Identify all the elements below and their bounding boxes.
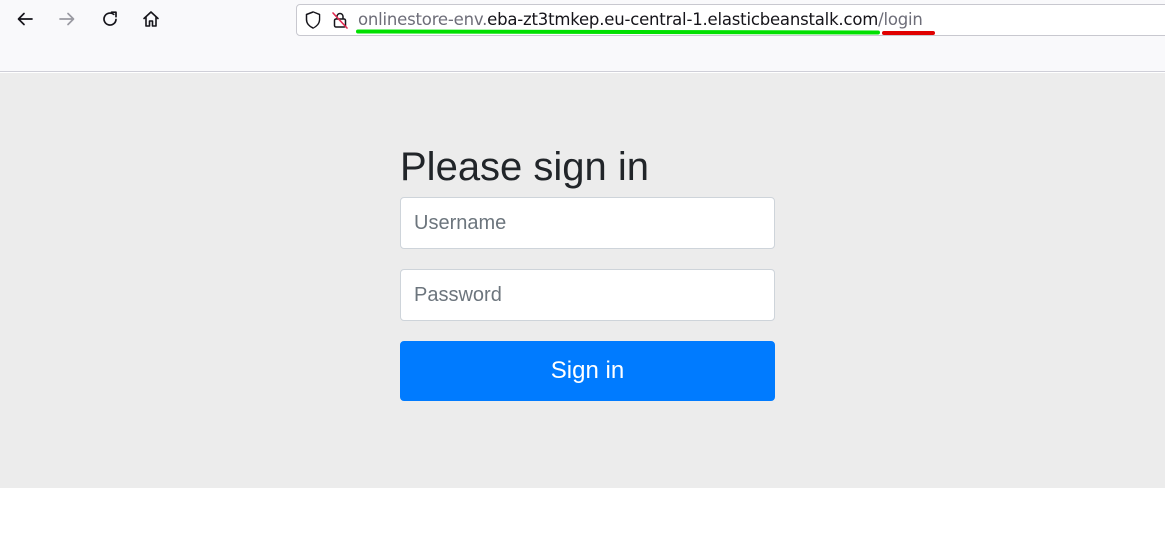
home-button[interactable] [135,5,167,37]
login-form: Please sign in Sign in [400,143,775,401]
arrow-right-icon [57,9,77,33]
username-input[interactable] [400,197,775,249]
url-path: /login [878,10,923,29]
red-underline-annotation [882,31,935,35]
browser-toolbar: onlinestore-env.eba-zt3tmkep.eu-central-… [0,0,1165,72]
url-host: eba-zt3tmkep.eu-central-1.elasticbeansta… [487,10,879,29]
forward-button[interactable] [51,5,83,37]
url-text[interactable]: onlinestore-env.eba-zt3tmkep.eu-central-… [358,9,923,31]
shield-icon[interactable] [303,10,323,30]
reload-button[interactable] [94,5,126,37]
home-icon [141,9,161,33]
url-subdomain: onlinestore-env. [358,10,488,29]
arrow-left-icon [15,9,35,33]
back-button[interactable] [9,5,41,37]
insecure-lock-icon[interactable] [330,10,350,30]
page-content: Please sign in Sign in [0,73,1165,488]
password-input[interactable] [400,269,775,321]
page-title: Please sign in [400,145,650,189]
sign-in-button[interactable]: Sign in [400,341,775,401]
reload-icon [100,9,120,33]
